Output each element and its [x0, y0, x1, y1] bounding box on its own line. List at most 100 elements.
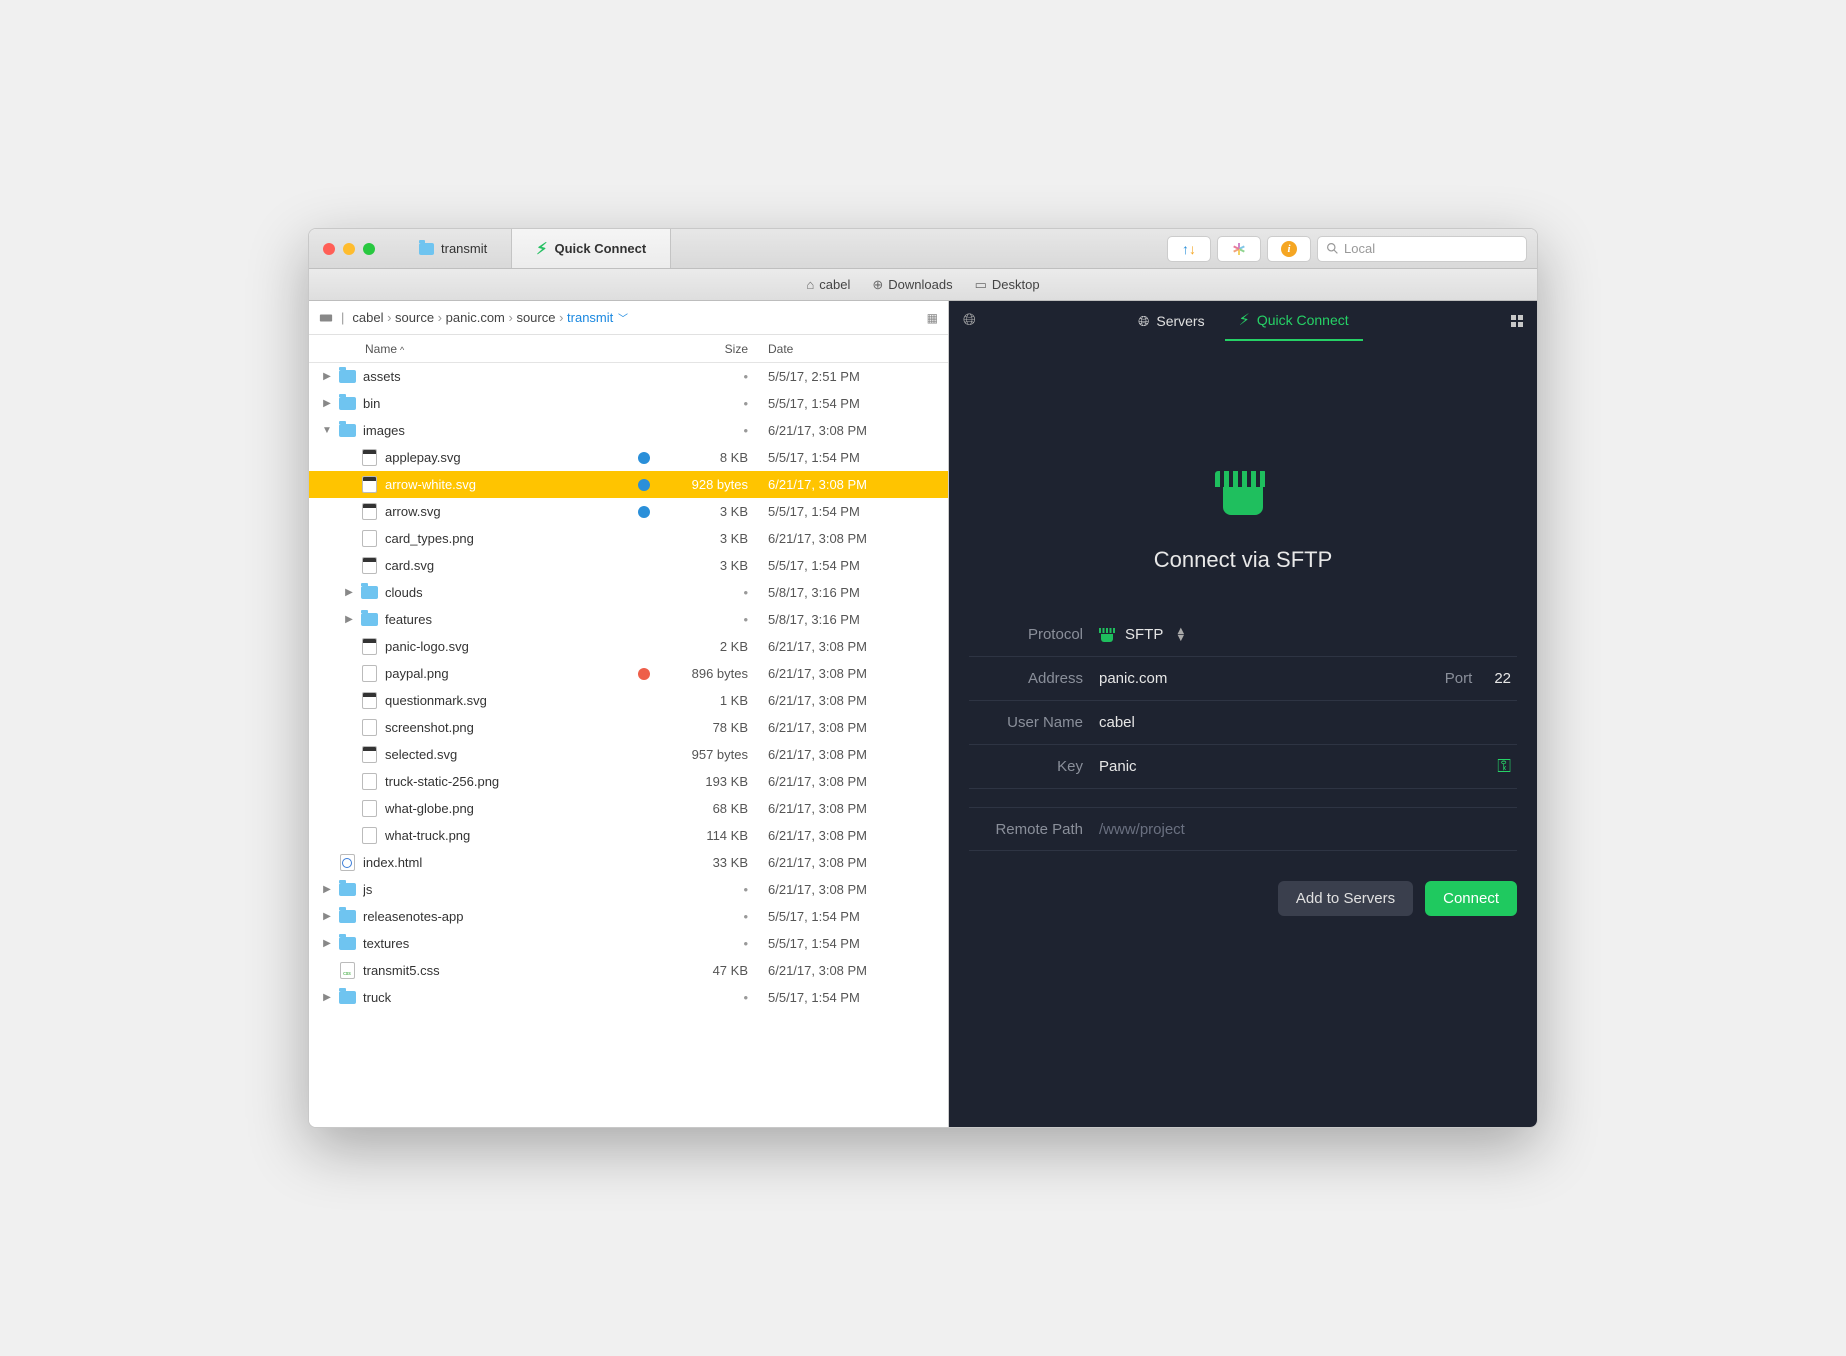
file-row[interactable]: index.html33 KB6/21/17, 3:08 PM — [309, 849, 948, 876]
file-row[interactable]: ▶textures•5/5/17, 1:54 PM — [309, 930, 948, 957]
disclosure-triangle-icon[interactable]: ▶ — [319, 398, 335, 409]
globe-icon[interactable]: 🌐︎ — [963, 312, 976, 330]
minimize-window-button[interactable] — [343, 243, 355, 255]
file-row[interactable]: paypal.png896 bytes6/21/17, 3:08 PM — [309, 660, 948, 687]
file-row[interactable]: csstransmit5.css47 KB6/21/17, 3:08 PM — [309, 957, 948, 984]
folder-icon — [419, 243, 434, 255]
favorite-desktop[interactable]: ▭Desktop — [975, 277, 1040, 293]
file-size: • — [658, 909, 768, 924]
breadcrumb-segment[interactable]: cabel — [352, 310, 383, 325]
color-tag — [638, 965, 650, 977]
add-to-servers-button[interactable]: Add to Servers — [1278, 881, 1413, 916]
chevron-right-icon: › — [505, 310, 517, 325]
username-field[interactable]: cabel — [1099, 714, 1517, 731]
protocol-select[interactable]: SFTP ▲▼ — [1099, 626, 1517, 643]
breadcrumb-segment[interactable]: panic.com — [446, 310, 505, 325]
disclosure-triangle-icon[interactable]: ▶ — [319, 938, 335, 949]
port-field[interactable]: 22 — [1494, 670, 1511, 687]
content: | cabel › source › panic.com › source › … — [309, 301, 1537, 1127]
file-row[interactable]: ▶clouds•5/8/17, 3:16 PM — [309, 579, 948, 606]
file-row[interactable]: truck-static-256.png193 KB6/21/17, 3:08 … — [309, 768, 948, 795]
file-date: 6/21/17, 3:08 PM — [768, 963, 948, 978]
disclosure-triangle-icon[interactable]: ▶ — [319, 911, 335, 922]
file-date: 5/5/17, 1:54 PM — [768, 909, 948, 924]
color-tag — [638, 587, 650, 599]
address-field[interactable]: panic.com Port 22 — [1099, 670, 1517, 687]
disclosure-triangle-icon[interactable]: ▶ — [319, 371, 335, 382]
color-tag — [638, 371, 650, 383]
chevron-down-icon[interactable]: ﹀ — [615, 314, 628, 325]
disclosure-triangle-icon[interactable]: ▶ — [319, 992, 335, 1003]
file-row[interactable]: ▶assets•5/5/17, 2:51 PM — [309, 363, 948, 390]
file-size: • — [658, 423, 768, 438]
remote-pane: 🌐︎ 🌐︎Servers ⚡︎Quick Connect Connect via… — [949, 301, 1537, 1127]
search-input[interactable]: Local — [1317, 236, 1527, 262]
file-row[interactable]: ▶js•6/21/17, 3:08 PM — [309, 876, 948, 903]
file-row[interactable]: selected.svg957 bytes6/21/17, 3:08 PM — [309, 741, 948, 768]
file-row[interactable]: ▶releasenotes-app•5/5/17, 1:54 PM — [309, 903, 948, 930]
disclosure-triangle-icon[interactable]: ▼ — [319, 425, 335, 436]
file-name: clouds — [385, 585, 638, 600]
folder-icon — [337, 882, 357, 898]
favorite-label: Downloads — [888, 277, 952, 292]
file-size: • — [658, 369, 768, 384]
activity-button[interactable] — [1217, 236, 1261, 262]
home-icon: ⌂ — [806, 277, 814, 292]
info-button[interactable]: i — [1267, 236, 1311, 262]
file-date: 6/21/17, 3:08 PM — [768, 882, 948, 897]
file-row[interactable]: screenshot.png78 KB6/21/17, 3:08 PM — [309, 714, 948, 741]
file-row[interactable]: applepay.svg8 KB5/5/17, 1:54 PM — [309, 444, 948, 471]
favorite-cabel[interactable]: ⌂cabel — [806, 277, 850, 292]
column-name[interactable]: Name^ — [365, 342, 648, 356]
file-row[interactable]: arrow.svg3 KB5/5/17, 1:54 PM — [309, 498, 948, 525]
view-toggle-icon[interactable]: ▦ — [927, 311, 938, 325]
grid-view-icon[interactable] — [1511, 315, 1523, 327]
breadcrumb-segment[interactable]: transmit — [567, 310, 613, 325]
svg-icon — [359, 693, 379, 709]
file-list[interactable]: ▶assets•5/5/17, 2:51 PM▶bin•5/5/17, 1:54… — [309, 363, 948, 1127]
remote-path-field[interactable]: /www/project — [1099, 821, 1517, 838]
key-label: Key — [969, 758, 1099, 775]
path-bar: | cabel › source › panic.com › source › … — [309, 301, 948, 335]
file-size: • — [658, 936, 768, 951]
tab-servers[interactable]: 🌐︎Servers — [1124, 301, 1218, 341]
close-window-button[interactable] — [323, 243, 335, 255]
zoom-window-button[interactable] — [363, 243, 375, 255]
color-tag — [638, 884, 650, 896]
pinwheel-icon — [1231, 241, 1247, 257]
png-icon — [359, 801, 379, 817]
column-date[interactable]: Date — [768, 342, 948, 356]
breadcrumb-segment[interactable]: source — [516, 310, 555, 325]
file-row[interactable]: ▼images•6/21/17, 3:08 PM — [309, 417, 948, 444]
file-row[interactable]: ▶bin•5/5/17, 1:54 PM — [309, 390, 948, 417]
file-row[interactable]: panic-logo.svg2 KB6/21/17, 3:08 PM — [309, 633, 948, 660]
color-tag — [638, 803, 650, 815]
file-date: 6/21/17, 3:08 PM — [768, 639, 948, 654]
file-row[interactable]: arrow-white.svg928 bytes6/21/17, 3:08 PM — [309, 471, 948, 498]
file-name: paypal.png — [385, 666, 638, 681]
tab-quick-connect[interactable]: ⚡︎ Quick Connect — [512, 229, 671, 268]
column-size[interactable]: Size — [648, 342, 768, 356]
disclosure-triangle-icon[interactable]: ▶ — [319, 884, 335, 895]
breadcrumb-segment[interactable]: source — [395, 310, 434, 325]
key-field[interactable]: Panic⚿ — [1099, 756, 1517, 777]
toolbar-controls: ↑↓ i Local — [1167, 236, 1527, 262]
file-row[interactable]: questionmark.svg1 KB6/21/17, 3:08 PM — [309, 687, 948, 714]
sync-button[interactable]: ↑↓ — [1167, 236, 1211, 262]
folder-icon — [337, 936, 357, 952]
disclosure-triangle-icon[interactable]: ▶ — [341, 614, 357, 625]
disclosure-triangle-icon[interactable]: ▶ — [341, 587, 357, 598]
favorite-downloads[interactable]: ⊕Downloads — [872, 277, 952, 293]
file-row[interactable]: card.svg3 KB5/5/17, 1:54 PM — [309, 552, 948, 579]
file-size: 33 KB — [658, 855, 768, 870]
tab-transmit[interactable]: transmit — [395, 229, 512, 268]
connect-button[interactable]: Connect — [1425, 881, 1517, 916]
color-tag — [638, 857, 650, 869]
file-row[interactable]: what-globe.png68 KB6/21/17, 3:08 PM — [309, 795, 948, 822]
file-row[interactable]: ▶truck•5/5/17, 1:54 PM — [309, 984, 948, 1011]
file-row[interactable]: card_types.png3 KB6/21/17, 3:08 PM — [309, 525, 948, 552]
file-date: 6/21/17, 3:08 PM — [768, 423, 948, 438]
tab-quick-connect-remote[interactable]: ⚡︎Quick Connect — [1225, 301, 1363, 341]
file-row[interactable]: ▶features•5/8/17, 3:16 PM — [309, 606, 948, 633]
file-row[interactable]: what-truck.png114 KB6/21/17, 3:08 PM — [309, 822, 948, 849]
